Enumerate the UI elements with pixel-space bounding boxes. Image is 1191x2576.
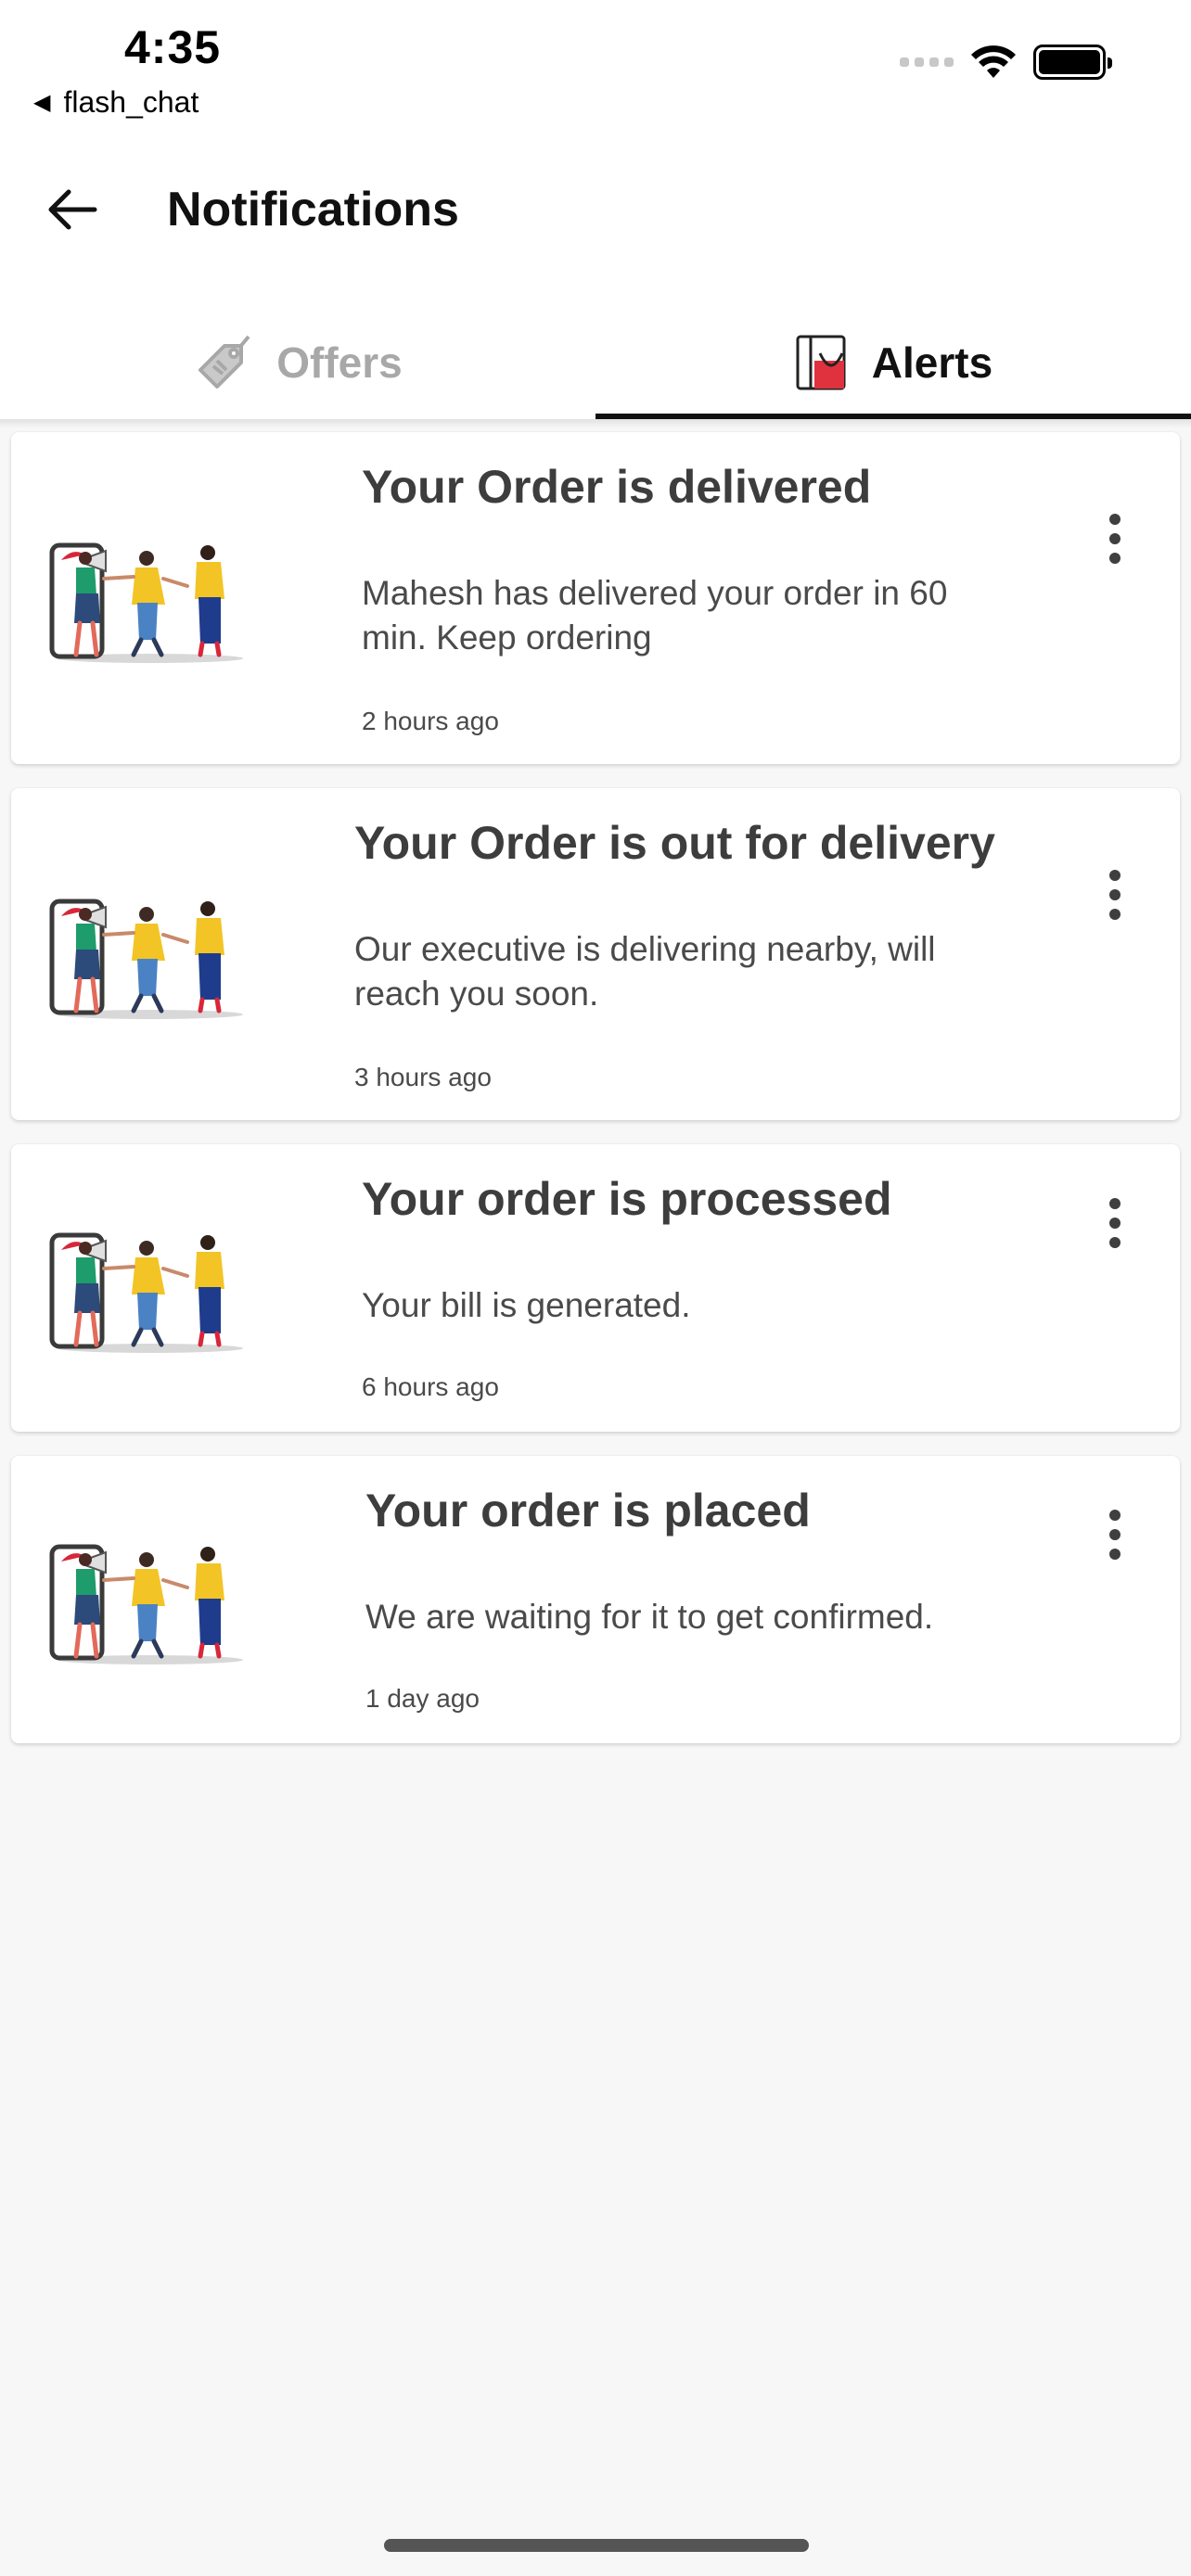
status-icons [900, 45, 1112, 80]
notification-time: 2 hours ago [362, 707, 499, 735]
notification-title: Your order is processed [362, 1173, 892, 1225]
tab-alerts[interactable]: Alerts [596, 306, 1191, 419]
people-megaphone-illustration [48, 896, 252, 1026]
tab-offers-label: Offers [276, 338, 403, 387]
offers-tag-icon [198, 335, 250, 389]
tab-bar-shadow [0, 419, 1191, 428]
wifi-icon [971, 45, 1016, 78]
battery-icon [1033, 45, 1112, 80]
page-title: Notifications [167, 183, 459, 236]
back-button[interactable] [46, 182, 111, 237]
more-options-icon[interactable] [1096, 1191, 1133, 1256]
status-time: 4:35 [124, 21, 222, 73]
people-megaphone-illustration [48, 1541, 252, 1671]
notification-body: We are waiting for it to get confirmed. [365, 1598, 934, 1636]
alerts-book-icon [796, 335, 846, 390]
notification-card[interactable]: Your order is processed Your bill is gen… [11, 1144, 1180, 1432]
people-megaphone-illustration [48, 1230, 252, 1359]
notification-card[interactable]: Your Order is delivered Mahesh has deliv… [11, 432, 1180, 764]
notification-time: 3 hours ago [354, 1063, 492, 1091]
cellular-signal-icon [900, 57, 954, 67]
arrow-left-icon [48, 189, 97, 230]
notification-title: Your order is placed [365, 1485, 811, 1537]
notification-body: Our executive is delivering nearby, will… [354, 930, 936, 1013]
notification-body: Your bill is generated. [362, 1286, 691, 1324]
notification-body: Mahesh has delivered your order in 60 mi… [362, 574, 948, 657]
notification-time: 1 day ago [365, 1684, 480, 1713]
status-back-app-label: flash_chat [63, 85, 199, 119]
status-back-to-app[interactable]: ◀ flash_chat [33, 85, 198, 120]
home-indicator [384, 2539, 809, 2552]
tab-alerts-label: Alerts [871, 338, 993, 387]
notification-card[interactable]: Your order is placed We are waiting for … [11, 1456, 1180, 1743]
notification-card[interactable]: Your Order is out for delivery Our execu… [11, 788, 1180, 1120]
people-megaphone-illustration [48, 540, 252, 670]
notification-title: Your Order is out for delivery [354, 817, 995, 869]
tab-offers[interactable]: Offers [0, 306, 596, 419]
header: 4:35 ◀ flash_chat Notifications Offers A… [0, 0, 1191, 419]
more-options-icon[interactable] [1096, 862, 1133, 927]
back-triangle-icon: ◀ [33, 90, 51, 115]
notification-time: 6 hours ago [362, 1372, 499, 1401]
more-options-icon[interactable] [1096, 1502, 1133, 1567]
tab-bar: Offers Alerts [0, 306, 1191, 419]
notification-title: Your Order is delivered [362, 461, 872, 513]
more-options-icon[interactable] [1096, 506, 1133, 571]
